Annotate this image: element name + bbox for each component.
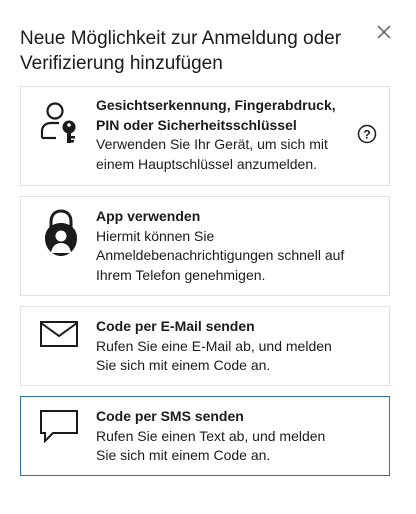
option-description: Hiermit können Sie Anmeldebenachrichtigu… bbox=[96, 227, 345, 283]
option-sms[interactable]: Code per SMS senden Rufen Sie einen Text… bbox=[20, 396, 390, 476]
option-title: App verwenden bbox=[96, 208, 201, 224]
person-key-icon bbox=[39, 101, 83, 145]
option-description: Rufen Sie einen Text ab, und melden Sie … bbox=[96, 427, 326, 464]
option-description: Rufen Sie eine E-Mail ab, und melden Sie… bbox=[96, 337, 332, 374]
envelope-icon bbox=[39, 319, 83, 363]
option-title: Code per SMS senden bbox=[96, 408, 244, 424]
authenticator-lock-icon bbox=[39, 209, 83, 256]
help-icon: ? bbox=[357, 124, 377, 144]
close-button[interactable] bbox=[374, 22, 394, 42]
help-button[interactable]: ? bbox=[357, 124, 377, 144]
chat-bubble-icon bbox=[39, 409, 83, 453]
svg-text:?: ? bbox=[363, 128, 370, 142]
option-email[interactable]: Code per E-Mail senden Rufen Sie eine E-… bbox=[20, 306, 390, 386]
option-app[interactable]: App verwenden Hiermit können Sie Anmelde… bbox=[20, 196, 390, 296]
dialog-title: Neue Möglichkeit zur Anmeldung oder Veri… bbox=[20, 28, 342, 74]
close-icon bbox=[377, 25, 391, 39]
option-title: Gesichtserkennung, Fingerabdruck, PIN od… bbox=[96, 97, 336, 133]
option-title: Code per E-Mail senden bbox=[96, 318, 255, 334]
option-passkey[interactable]: Gesichtserkennung, Fingerabdruck, PIN od… bbox=[20, 86, 390, 186]
option-description: Verwenden Sie Ihr Gerät, um sich mit ein… bbox=[96, 136, 328, 172]
